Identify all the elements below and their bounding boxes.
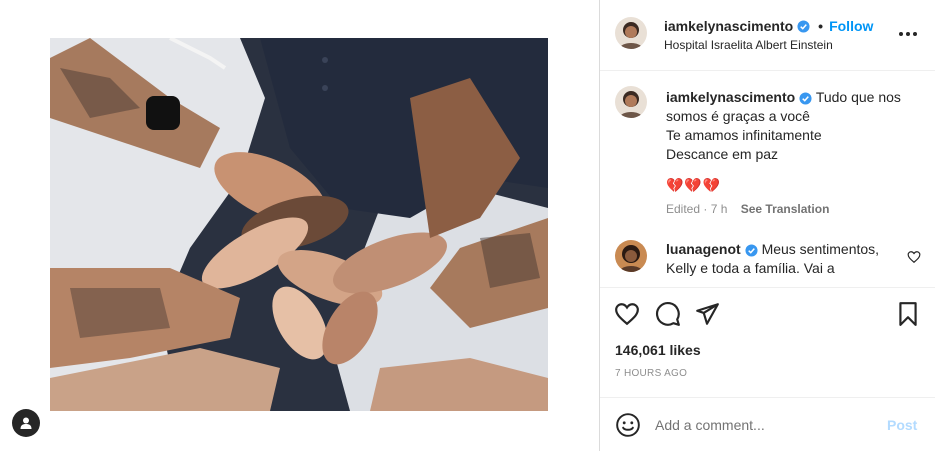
comment-username[interactable]: luanagenot bbox=[666, 241, 741, 257]
post-time[interactable]: 7 HOURS AGO bbox=[615, 368, 687, 379]
caption-line-2: Te amamos infinitamente bbox=[666, 127, 822, 143]
comment-icon[interactable] bbox=[655, 301, 681, 327]
post-photo-illustration bbox=[50, 38, 548, 411]
post-sidebar: iamkelynascimento • Follow Hospital Isra… bbox=[599, 0, 935, 451]
user-tag-icon bbox=[20, 417, 32, 429]
verified-icon bbox=[797, 19, 810, 33]
comment-input[interactable] bbox=[655, 414, 875, 436]
comments-section: iamkelynascimento Tudo que nos somos é g… bbox=[600, 72, 935, 286]
more-options-icon bbox=[899, 32, 917, 36]
avatar-image bbox=[615, 17, 647, 49]
avatar-image bbox=[615, 86, 647, 118]
caption-meta: Edited · 7 h See Translation bbox=[666, 202, 829, 216]
more-options-button[interactable] bbox=[896, 24, 920, 44]
likes-count[interactable]: 146,061 likes bbox=[615, 342, 701, 358]
avatar[interactable] bbox=[615, 17, 647, 49]
bookmark-icon[interactable] bbox=[895, 301, 921, 327]
separator-dot: • bbox=[818, 18, 824, 34]
comment: luanagenot Meus sentimentos, Kelly e tod… bbox=[666, 240, 896, 278]
avatar[interactable] bbox=[615, 86, 647, 118]
author-username[interactable]: iamkelynascimento bbox=[664, 18, 793, 34]
post-header: iamkelynascimento • Follow Hospital Isra… bbox=[600, 0, 935, 71]
broken-hearts-emoji: 💔💔💔 bbox=[666, 177, 722, 193]
action-bar bbox=[600, 287, 935, 337]
caption-line-3: Descance em paz bbox=[666, 146, 779, 162]
see-translation-link[interactable]: See Translation bbox=[741, 202, 830, 216]
post-location[interactable]: Hospital Israelita Albert Einstein bbox=[664, 38, 833, 52]
user-tag-button[interactable] bbox=[12, 409, 40, 437]
emoji-icon[interactable] bbox=[615, 412, 641, 438]
avatar-image bbox=[615, 240, 647, 272]
post-author: iamkelynascimento • Follow bbox=[664, 18, 873, 34]
caption-username[interactable]: iamkelynascimento bbox=[666, 89, 795, 105]
heart-icon[interactable] bbox=[614, 301, 640, 327]
follow-button[interactable]: Follow bbox=[829, 18, 873, 34]
media-pane bbox=[0, 0, 599, 451]
comment-composer: Post bbox=[600, 397, 935, 451]
comment-heart-icon[interactable] bbox=[907, 250, 921, 264]
verified-icon bbox=[745, 244, 758, 257]
verified-icon bbox=[799, 92, 812, 105]
post-comment-button[interactable]: Post bbox=[887, 417, 917, 433]
edited-timestamp: Edited · 7 h bbox=[666, 202, 728, 216]
share-icon[interactable] bbox=[694, 301, 720, 327]
post-photo[interactable] bbox=[50, 38, 548, 411]
caption: iamkelynascimento Tudo que nos somos é g… bbox=[666, 88, 916, 164]
avatar[interactable] bbox=[615, 240, 647, 272]
